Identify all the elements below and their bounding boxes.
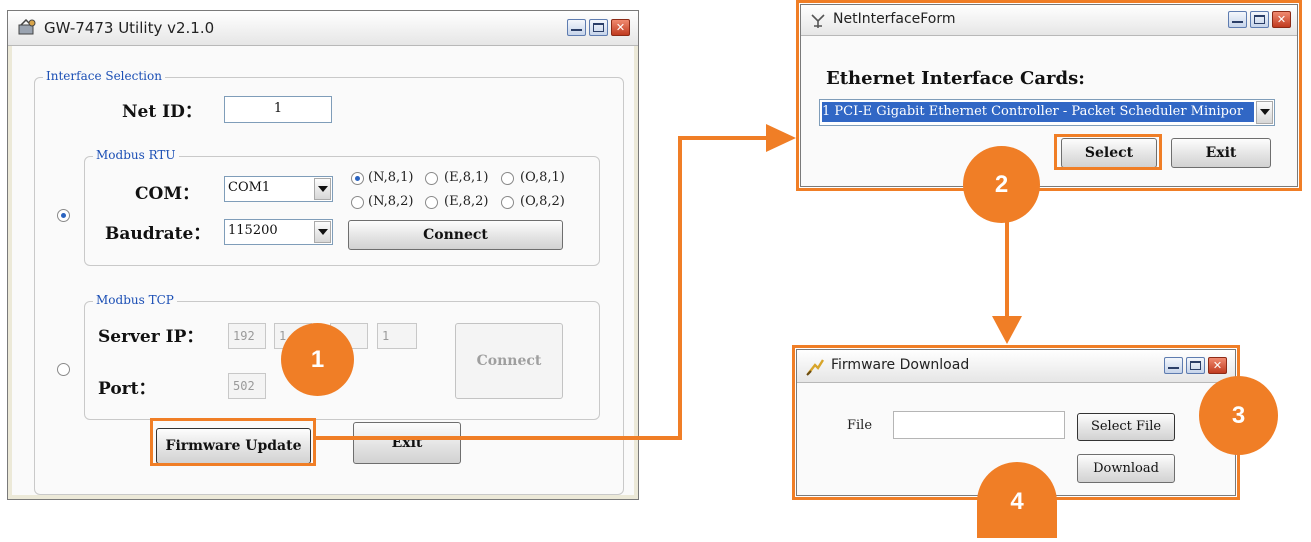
- step-badge-2: 2: [963, 146, 1040, 223]
- com-select[interactable]: COM1: [224, 176, 333, 202]
- com-label: COM：: [135, 184, 200, 204]
- file-path-input[interactable]: [893, 411, 1065, 439]
- chevron-down-icon[interactable]: [1256, 101, 1273, 124]
- net-id-input[interactable]: 1: [224, 96, 332, 123]
- fw-titlebar[interactable]: Firmware Download ✕: [797, 350, 1235, 383]
- parity-radio-o81[interactable]: [501, 172, 514, 185]
- step-badge-3: 3: [1199, 376, 1278, 455]
- chevron-down-icon[interactable]: [314, 221, 331, 243]
- com-select-value: COM1: [228, 180, 271, 195]
- parity-radio-e81[interactable]: [425, 172, 438, 185]
- parity-radio-e82[interactable]: [425, 196, 438, 209]
- server-ip-label: Server IP：: [98, 327, 204, 347]
- network-icon: [811, 14, 825, 28]
- fw-maximize-button[interactable]: [1186, 357, 1205, 374]
- modbus-rtu-label: Modbus RTU: [93, 148, 179, 162]
- maximize-icon: [1254, 15, 1265, 24]
- maximize-button[interactable]: [589, 19, 608, 36]
- net-interface-window: NetInterfaceForm ✕ Ethernet Interface Ca…: [800, 4, 1298, 187]
- select-button-highlight: [1054, 134, 1162, 170]
- net-window-body: Ethernet Interface Cards: 1 PCI-E Gigabi…: [801, 36, 1297, 186]
- modbus-tcp-label: Modbus TCP: [93, 293, 177, 307]
- flow-line-h1: [315, 436, 682, 440]
- arrow-down-icon: [992, 316, 1022, 344]
- server-ip-octet-1[interactable]: 192: [228, 323, 266, 349]
- step-badge-1: 1: [281, 323, 354, 396]
- minimize-icon: [571, 22, 582, 31]
- modbus-rtu-radio[interactable]: [57, 209, 70, 222]
- minimize-button[interactable]: [567, 19, 586, 36]
- flow-line-v1: [678, 136, 682, 440]
- download-button[interactable]: Download: [1077, 454, 1175, 483]
- net-close-button[interactable]: ✕: [1272, 11, 1291, 28]
- net-minimize-button[interactable]: [1228, 11, 1247, 28]
- parity-label-e81: (E,8,1): [444, 170, 489, 185]
- parity-label-e82: (E,8,2): [444, 194, 489, 209]
- main-window-title: GW-7473 Utility v2.1.0: [44, 19, 215, 37]
- rtu-connect-button[interactable]: Connect: [348, 220, 563, 250]
- ethernet-cards-heading: Ethernet Interface Cards:: [826, 68, 1085, 89]
- select-file-button[interactable]: Select File: [1077, 413, 1175, 441]
- net-id-label: Net ID：: [122, 102, 202, 122]
- exit-button[interactable]: Exit: [353, 422, 461, 464]
- net-exit-button[interactable]: Exit: [1171, 138, 1271, 168]
- minimize-icon: [1232, 14, 1243, 23]
- tcp-connect-button[interactable]: Connect: [455, 323, 563, 399]
- close-icon: ✕: [1212, 359, 1223, 372]
- minimize-icon: [1168, 360, 1179, 369]
- main-titlebar[interactable]: GW-7473 Utility v2.1.0 ✕: [8, 11, 638, 46]
- arrow-right-icon: [766, 124, 796, 152]
- parity-radio-o82[interactable]: [501, 196, 514, 209]
- firmware-update-highlight: [150, 418, 316, 466]
- baudrate-label: Baudrate：: [105, 224, 211, 244]
- parity-label-n81: (N,8,1): [368, 170, 414, 185]
- baudrate-select[interactable]: 115200: [224, 219, 333, 245]
- flow-line-h2: [678, 136, 772, 140]
- net-titlebar[interactable]: NetInterfaceForm ✕: [801, 5, 1297, 36]
- step-badge-4: 4: [977, 462, 1057, 538]
- app-icon: [18, 19, 36, 35]
- maximize-icon: [593, 23, 604, 32]
- port-input[interactable]: 502: [228, 373, 266, 399]
- fw-close-button[interactable]: ✕: [1208, 357, 1227, 374]
- close-icon: ✕: [1276, 13, 1287, 26]
- net-maximize-button[interactable]: [1250, 11, 1269, 28]
- port-label: Port：: [98, 379, 156, 399]
- close-button[interactable]: ✕: [611, 19, 630, 36]
- ethernet-card-select[interactable]: 1 PCI-E Gigabit Ethernet Controller - Pa…: [819, 99, 1275, 126]
- parity-radio-n82[interactable]: [351, 196, 364, 209]
- parity-label-n82: (N,8,2): [368, 194, 414, 209]
- server-ip-octet-4[interactable]: 1: [377, 323, 417, 349]
- ethernet-card-selected-value: 1 PCI-E Gigabit Ethernet Controller - Pa…: [822, 102, 1254, 122]
- parity-label-o82: (O,8,2): [520, 194, 565, 209]
- main-window-body: Interface Selection Net ID： 1 Modbus RTU…: [12, 46, 634, 495]
- baudrate-select-value: 115200: [228, 223, 278, 238]
- modbus-tcp-radio[interactable]: [57, 363, 70, 376]
- fw-window-title: Firmware Download: [831, 357, 970, 373]
- file-label: File: [847, 418, 873, 433]
- interface-selection-group: Interface Selection: [34, 69, 624, 495]
- net-window-title: NetInterfaceForm: [833, 11, 956, 27]
- fw-minimize-button[interactable]: [1164, 357, 1183, 374]
- firmware-icon: [806, 359, 825, 376]
- interface-selection-label: Interface Selection: [43, 69, 165, 83]
- parity-radio-n81[interactable]: [351, 172, 364, 185]
- chevron-down-icon[interactable]: [314, 178, 331, 200]
- maximize-icon: [1190, 361, 1201, 370]
- parity-label-o81: (O,8,1): [520, 170, 565, 185]
- main-window: GW-7473 Utility v2.1.0 ✕ Interface Selec…: [7, 10, 639, 500]
- close-icon: ✕: [615, 21, 626, 34]
